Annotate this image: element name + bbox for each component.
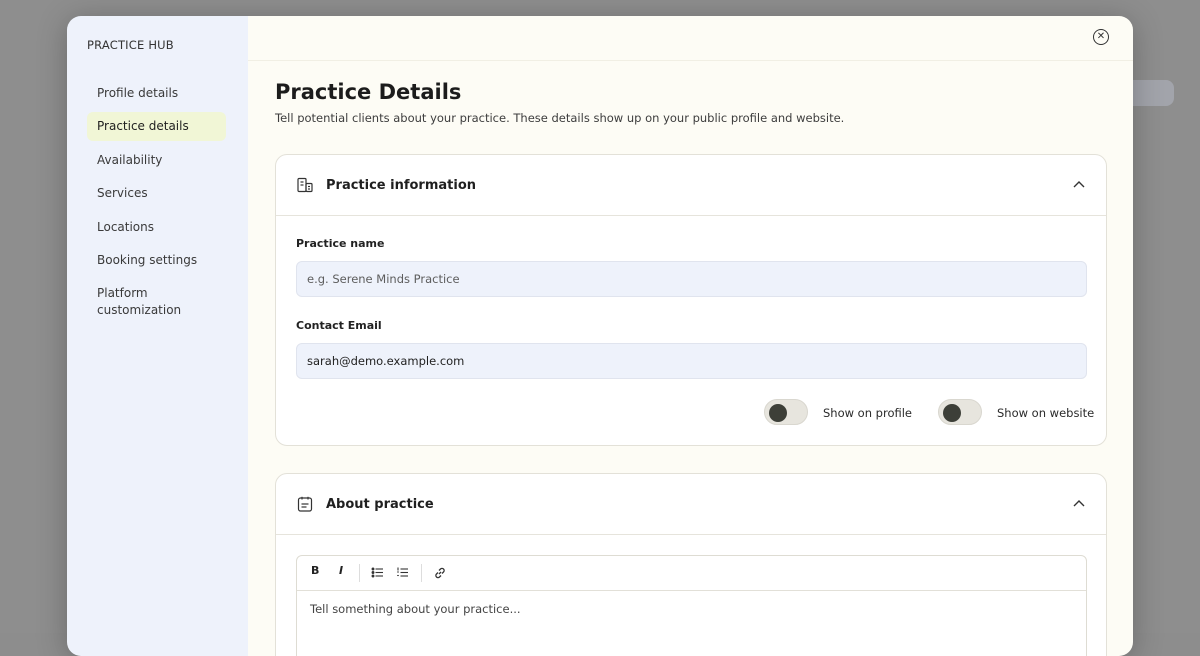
about-practice-card: About practice B I Tell something about … bbox=[275, 473, 1107, 656]
practice-name-label: Practice name bbox=[296, 237, 385, 250]
practice-information-title: Practice information bbox=[326, 177, 477, 193]
toggle-knob bbox=[943, 404, 961, 422]
modal-topbar bbox=[248, 16, 1133, 61]
italic-button[interactable]: I bbox=[339, 564, 343, 577]
sidebar-item-services[interactable]: Services bbox=[87, 179, 226, 208]
building-icon bbox=[297, 177, 313, 193]
show-on-profile-label: Show on profile bbox=[823, 406, 912, 420]
editor-toolbar: B I bbox=[297, 556, 1086, 591]
practice-hub-modal: PRACTICE HUB Profile details Practice de… bbox=[67, 16, 1133, 656]
show-on-profile-toggle[interactable] bbox=[764, 399, 808, 425]
sidebar-item-profile-details[interactable]: Profile details bbox=[87, 79, 226, 108]
show-on-website-toggle[interactable] bbox=[938, 399, 982, 425]
about-practice-header[interactable]: About practice bbox=[276, 474, 1106, 535]
about-practice-editor[interactable]: B I Tell something about your practice..… bbox=[296, 555, 1087, 656]
practice-information-header[interactable]: Practice information bbox=[276, 155, 1106, 216]
about-practice-placeholder: Tell something about your practice... bbox=[310, 602, 521, 616]
page-subtitle: Tell potential clients about your practi… bbox=[275, 111, 845, 125]
link-icon[interactable] bbox=[433, 566, 447, 580]
sidebar-item-booking-settings[interactable]: Booking settings bbox=[87, 246, 226, 275]
chevron-up-icon[interactable] bbox=[1072, 177, 1086, 191]
page-title: Practice Details bbox=[275, 80, 462, 104]
bullet-list-icon[interactable] bbox=[371, 566, 384, 579]
sidebar-title: PRACTICE HUB bbox=[87, 38, 174, 52]
toolbar-divider bbox=[359, 564, 360, 582]
toggle-knob bbox=[769, 404, 787, 422]
sidebar-item-availability[interactable]: Availability bbox=[87, 146, 226, 175]
bold-button[interactable]: B bbox=[311, 564, 319, 577]
notes-icon bbox=[297, 496, 313, 512]
practice-information-card: Practice information Practice name e.g. … bbox=[275, 154, 1107, 446]
toolbar-divider bbox=[421, 564, 422, 582]
sidebar-item-locations[interactable]: Locations bbox=[87, 213, 226, 242]
numbered-list-icon[interactable] bbox=[396, 566, 409, 579]
contact-email-label: Contact Email bbox=[296, 319, 382, 332]
sidebar: PRACTICE HUB Profile details Practice de… bbox=[67, 16, 248, 656]
show-on-website-label: Show on website bbox=[997, 406, 1095, 420]
about-practice-title: About practice bbox=[326, 496, 434, 512]
sidebar-item-platform-customization[interactable]: Platform customization bbox=[87, 279, 197, 325]
contact-email-input[interactable]: sarah@demo.example.com bbox=[296, 343, 1087, 379]
main-content: ✕ Practice Details Tell potential client… bbox=[248, 16, 1133, 656]
close-icon[interactable]: ✕ bbox=[1093, 29, 1109, 45]
sidebar-item-practice-details[interactable]: Practice details bbox=[87, 112, 226, 141]
practice-name-input[interactable]: e.g. Serene Minds Practice bbox=[296, 261, 1087, 297]
chevron-up-icon[interactable] bbox=[1072, 496, 1086, 510]
